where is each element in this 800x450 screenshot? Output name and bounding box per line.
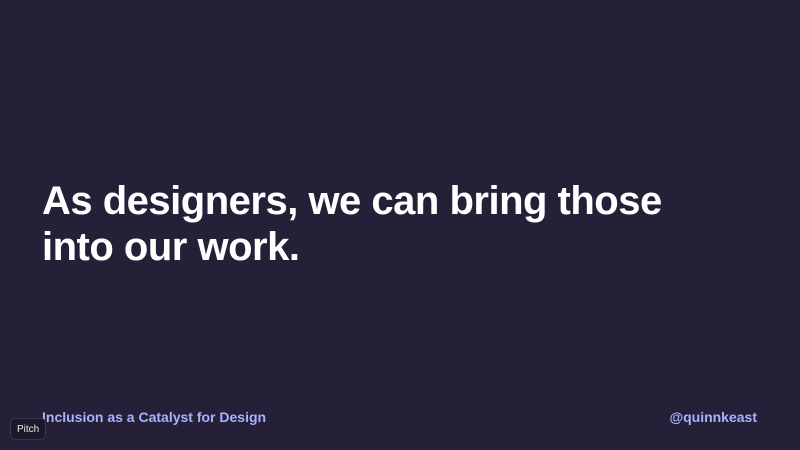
- pitch-badge-label: Pitch: [17, 423, 40, 435]
- presentation-title: Inclusion as a Catalyst for Design: [42, 409, 267, 425]
- pitch-badge[interactable]: Pitch: [10, 418, 47, 440]
- headline-line-2: into our work.: [42, 225, 300, 269]
- slide-headline: As designers, we can bring those into ou…: [42, 178, 742, 270]
- author-handle: @quinnkeast: [669, 409, 757, 425]
- presentation-slide: As designers, we can bring those into ou…: [0, 0, 800, 450]
- headline-line-1: As designers, we can bring those: [42, 179, 662, 223]
